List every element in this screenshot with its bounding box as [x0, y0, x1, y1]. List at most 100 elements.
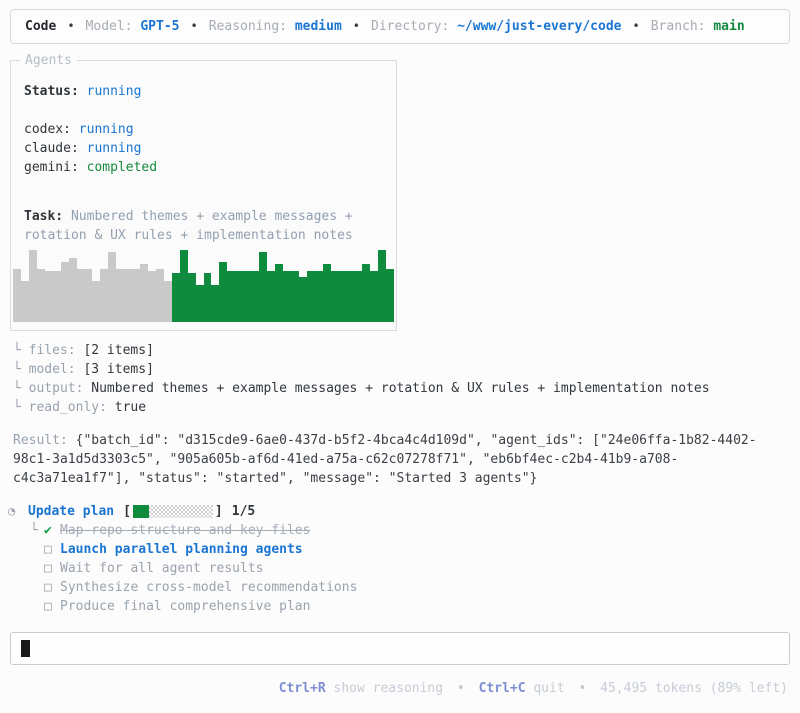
chart-bar: [132, 268, 140, 322]
app-title: Code: [25, 19, 57, 34]
chart-bar: [36, 268, 45, 322]
chart-bar: [203, 272, 212, 322]
chart-bar: [147, 270, 156, 322]
checkbox-icon: □: [44, 599, 52, 614]
footer-bar: Ctrl+R show reasoning • Ctrl+C quit • 45…: [279, 679, 788, 698]
param-row: └ output: Numbered themes + example mess…: [13, 379, 710, 398]
chart-bar: [76, 268, 85, 322]
plan-item: □ Synthesize cross-model recommendations: [8, 578, 357, 597]
agent-status-row: codex: running: [24, 120, 157, 139]
plan-item: □ Launch parallel planning agents: [8, 540, 357, 559]
plan-header: ◔ Update plan [ ] 1/5: [8, 502, 357, 521]
plan-item: □ Produce final comprehensive plan: [8, 597, 357, 616]
chart-bar: [290, 270, 299, 322]
chart-bar: [338, 270, 347, 322]
tool-params-tree: └ files: [2 items] └ model: [3 items] └ ou…: [13, 341, 710, 417]
param-row: └ read_only: true: [13, 398, 710, 417]
chart-bar: [44, 270, 53, 322]
plan-progress-fill: [132, 505, 149, 518]
chart-bar: [370, 270, 379, 322]
chart-bar: [84, 268, 93, 322]
corner-icon: └: [13, 343, 29, 358]
param-value: true: [114, 400, 147, 415]
message-input[interactable]: [10, 632, 790, 665]
param-value: Numbered themes + example messages + rot…: [91, 381, 710, 396]
agent-status-row: claude: running: [24, 139, 157, 158]
chart-bar: [314, 270, 323, 322]
progress-bracket-open: [: [123, 504, 131, 519]
chart-bar: [211, 285, 220, 322]
separator-dot-icon: •: [632, 19, 640, 33]
param-key: files:: [28, 343, 84, 358]
corner-icon: └: [13, 400, 29, 415]
param-key: model:: [28, 362, 84, 377]
separator-dot-icon: •: [352, 19, 361, 33]
header-item-value: ~/www/just-every/code: [457, 19, 622, 34]
chart-bar: [13, 268, 21, 322]
chart-bar: [116, 268, 125, 322]
progress-bracket-close: ]: [214, 504, 223, 519]
param-row: └ model: [3 items]: [13, 360, 710, 379]
plan-item-text: Wait for all agent results: [60, 561, 264, 576]
separator-dot-icon: •: [570, 681, 595, 696]
header-item-value: main: [713, 19, 745, 34]
header-item-label: Model:: [85, 19, 141, 34]
chart-bar: [378, 250, 387, 322]
chart-bar: [92, 280, 101, 322]
shortcut-key: Ctrl+C: [478, 681, 526, 696]
chart-bar: [259, 252, 267, 322]
chart-bar: [354, 270, 363, 322]
chart-bar: [171, 272, 180, 322]
tool-result: Result: {"batch_id": "d315cde9-6ae0-437d…: [13, 431, 789, 488]
chart-bar: [362, 264, 371, 322]
plan-item-text: Produce final comprehensive plan: [60, 599, 311, 614]
agent-name: gemini:: [24, 160, 87, 175]
chart-bar: [282, 270, 291, 322]
chart-bar: [219, 262, 228, 322]
agent-state: running: [86, 141, 142, 156]
chart-bar: [155, 268, 164, 322]
clock-icon: ◔: [8, 504, 16, 518]
separator-dot-icon: •: [67, 19, 75, 33]
result-label: Result:: [13, 433, 68, 448]
chart-bar: [251, 270, 260, 322]
param-value: [2 items]: [83, 343, 154, 358]
chart-bar: [235, 270, 244, 322]
chart-bar: [68, 258, 77, 322]
chart-bar: [243, 270, 252, 322]
agents-panel-title: Agents: [20, 51, 77, 70]
plan-title: Update plan: [28, 504, 115, 519]
status-value: running: [86, 84, 142, 99]
chart-bar: [267, 270, 275, 322]
param-value: [3 items]: [83, 362, 154, 377]
plan-item-text: Launch parallel planning agents: [60, 542, 303, 557]
agent-state: completed: [86, 160, 158, 175]
separator-dot-icon: •: [449, 681, 473, 696]
activity-chart: [13, 248, 394, 322]
check-icon: ✔: [44, 523, 52, 538]
plan-panel: ◔ Update plan [ ] 1/5 └ ✔ Map repo structu…: [8, 502, 357, 616]
param-key: output:: [28, 381, 92, 396]
task-text: Numbered themes + example messages + rot…: [24, 209, 353, 243]
agents-panel: Agents Status: running codex: running cla…: [10, 51, 397, 331]
plan-item-text: Synthesize cross-model recommendations: [60, 580, 358, 595]
chart-bar: [187, 272, 196, 322]
checkbox-icon: □: [44, 542, 52, 557]
checkbox-icon: □: [44, 561, 52, 576]
separator-dot-icon: •: [190, 19, 198, 33]
shortcut-action: show reasoning: [325, 681, 444, 696]
chart-bar: [52, 270, 61, 322]
chart-bar: [386, 268, 394, 322]
plan-progress-bar: [132, 505, 213, 518]
task-label: Task:: [24, 209, 64, 224]
chart-bar: [322, 264, 331, 322]
chart-bar: [195, 285, 204, 322]
agent-status-list: codex: running claude: running gemini: com…: [24, 120, 157, 177]
plan-item-text: Map repo structure and key files: [60, 523, 311, 538]
param-key: read_only:: [28, 400, 115, 415]
header-item-label: Branch:: [650, 19, 714, 34]
chart-bar: [140, 264, 148, 322]
agent-state: running: [78, 122, 134, 137]
header-item-value: medium: [294, 19, 342, 34]
param-row: └ files: [2 items]: [13, 341, 710, 360]
